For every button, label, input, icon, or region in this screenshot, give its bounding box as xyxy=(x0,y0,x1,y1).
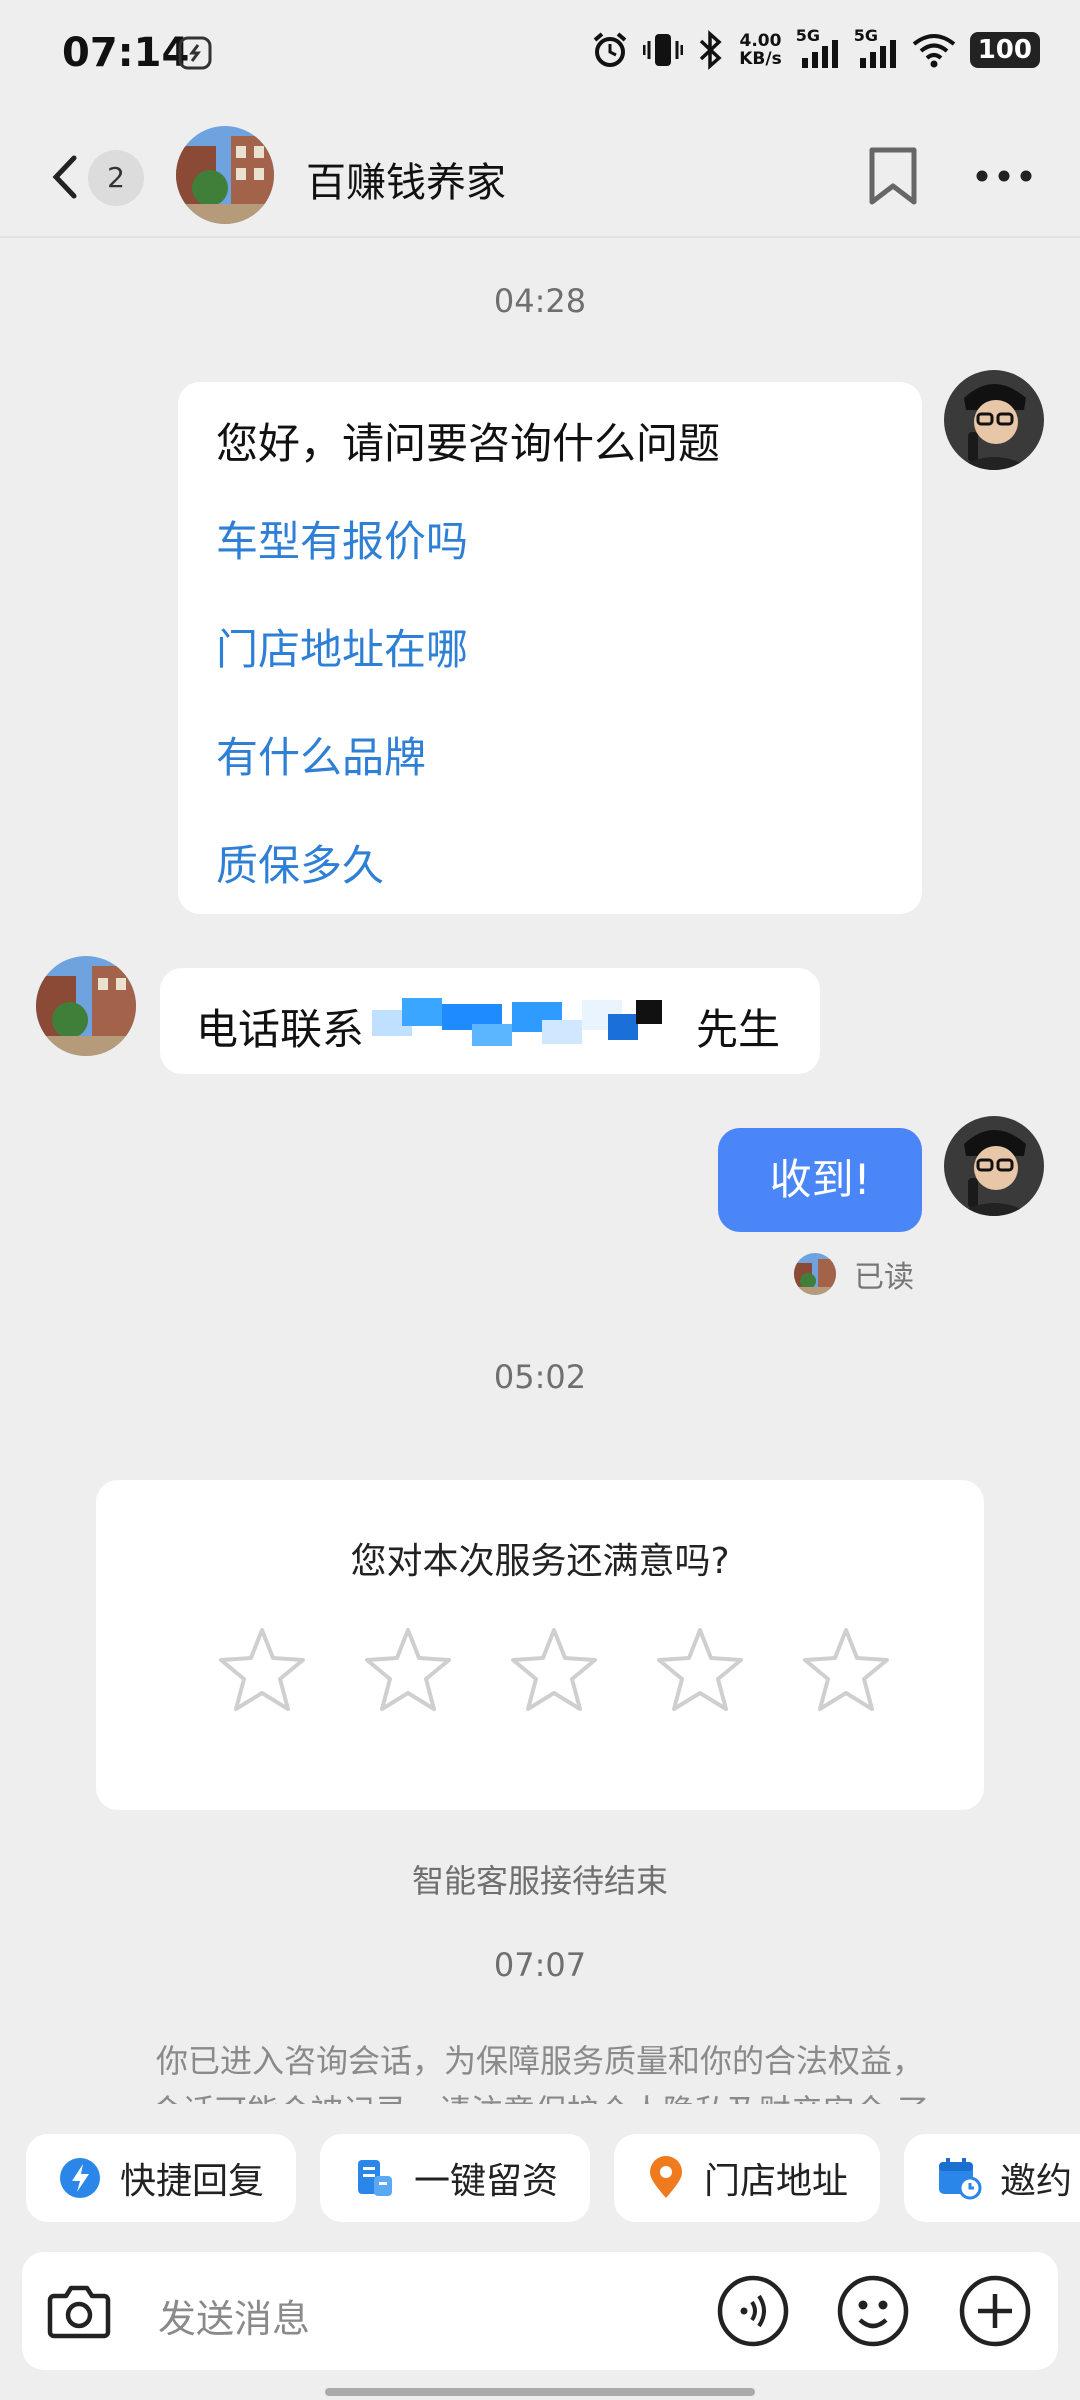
compass-icon xyxy=(178,36,212,74)
quick-question-link[interactable]: 有什么品牌 xyxy=(216,724,426,785)
quick-question-link[interactable]: 车型有报价吗 xyxy=(216,508,468,569)
chip-label: 门店地址 xyxy=(704,2161,849,2202)
chat-header: 2 百赚钱养家 xyxy=(0,118,1080,236)
camera-icon xyxy=(47,2285,111,2339)
user-avatar[interactable] xyxy=(944,1116,1044,1216)
alarm-icon xyxy=(593,32,627,67)
signal-icon-1: 5G xyxy=(796,26,840,70)
privacy-notice: 你已进入咨询会话，为保障服务质量和你的合法权益， 会话可能会被记录，请注意保护个… xyxy=(40,2036,1040,2104)
phone-message-prefix: 电话联系 xyxy=(196,1005,365,1054)
rating-question: 您对本次服务还满意吗? xyxy=(350,1541,730,1582)
bookmark-icon xyxy=(869,147,917,205)
privacy-notice-line: 你已进入咨询会话，为保障服务质量和你的合法权益， xyxy=(155,2042,924,2080)
quick-question-link[interactable]: 门店地址在哪 xyxy=(216,616,468,677)
star-icon[interactable] xyxy=(800,1624,892,1716)
star-icon[interactable] xyxy=(216,1624,308,1716)
service-ended-notice: 智能客服接待结束 xyxy=(411,1862,668,1900)
store-address-chip[interactable]: 门店地址 xyxy=(614,2134,881,2222)
phone-message-suffix: 先生 xyxy=(696,1005,781,1054)
header-divider xyxy=(0,236,1080,238)
timestamp: 05:02 xyxy=(493,1358,587,1396)
calendar-icon xyxy=(939,2158,982,2200)
battery-indicator: 100 xyxy=(969,32,1040,68)
home-indicator[interactable] xyxy=(325,2388,755,2396)
status-time: 07:14 xyxy=(62,30,190,76)
message-input-bar: 发送消息 xyxy=(22,2252,1058,2370)
emoji-button[interactable] xyxy=(836,2274,910,2352)
read-status-text: 已读 xyxy=(854,1260,914,1295)
greeting-text: 您好，请问要咨询什么问题 xyxy=(216,419,721,468)
location-pin-icon xyxy=(650,2156,683,2198)
voice-button[interactable] xyxy=(716,2274,790,2352)
phone-message-bubble: 电话联系 先生 xyxy=(160,968,820,1074)
more-options-button[interactable] xyxy=(974,166,1034,186)
vibrate-icon xyxy=(643,34,684,66)
quick-question-link[interactable]: 质保多久 xyxy=(216,832,384,893)
quick-action-bar: 快捷回复 一键留资 门店地址 邀约 xyxy=(26,2134,1080,2222)
privacy-notice-line[interactable]: 会话可能会被记录，请注意保护个人隐私及财产安全 了 xyxy=(40,2086,1040,2104)
wifi-icon xyxy=(912,34,955,68)
form-icon xyxy=(358,2160,393,2196)
status-icons: 4.00 KB/s 5G 5G 100 xyxy=(591,26,1040,70)
star-icon[interactable] xyxy=(362,1624,454,1716)
shop-avatar-small[interactable] xyxy=(36,956,136,1056)
chip-label: 快捷回复 xyxy=(120,2161,265,2202)
quick-reply-chip[interactable]: 快捷回复 xyxy=(26,2134,297,2222)
reader-avatar xyxy=(794,1253,836,1295)
one-click-lead-chip[interactable]: 一键留资 xyxy=(320,2134,591,2222)
bluetooth-icon xyxy=(700,30,722,70)
agent-avatar[interactable] xyxy=(944,370,1044,470)
timestamp: 07:07 xyxy=(493,1946,587,1984)
shop-avatar[interactable] xyxy=(176,126,274,224)
chip-label: 一键留资 xyxy=(414,2161,559,2202)
add-button[interactable] xyxy=(958,2274,1032,2352)
appointment-chip[interactable]: 邀约 xyxy=(904,2134,1080,2222)
more-dots-icon xyxy=(976,170,1032,182)
net-speed: 4.00 KB/s xyxy=(739,31,782,69)
chevron-left-icon xyxy=(52,155,77,199)
reply-bubble: 收到! xyxy=(718,1128,922,1232)
message-input[interactable]: 发送消息 xyxy=(158,2288,310,2343)
chip-label: 邀约 xyxy=(1000,2161,1073,2202)
unread-count-badge[interactable]: 2 xyxy=(88,150,144,206)
lightning-icon xyxy=(60,2158,100,2198)
greeting-bubble: 您好，请问要咨询什么问题 车型有报价吗 门店地址在哪 有什么品牌 质保多久 xyxy=(178,382,922,914)
emoji-icon xyxy=(837,2275,909,2347)
voice-icon xyxy=(717,2275,789,2347)
bookmark-button[interactable] xyxy=(866,146,920,206)
star-icon[interactable] xyxy=(508,1624,600,1716)
star-icon[interactable] xyxy=(654,1624,746,1716)
plus-circle-icon xyxy=(959,2275,1031,2347)
redacted-phone-number xyxy=(372,990,672,1050)
camera-button[interactable] xyxy=(46,2280,112,2344)
timestamp: 04:28 xyxy=(493,282,587,320)
satisfaction-rating-card: 您对本次服务还满意吗? xyxy=(96,1480,984,1810)
read-receipt: 已读 xyxy=(794,1252,914,1296)
star-rating xyxy=(216,1624,892,1716)
shop-name: 百赚钱养家 xyxy=(306,160,506,206)
signal-icon-2: 5G xyxy=(854,26,898,70)
back-button[interactable] xyxy=(46,152,86,202)
